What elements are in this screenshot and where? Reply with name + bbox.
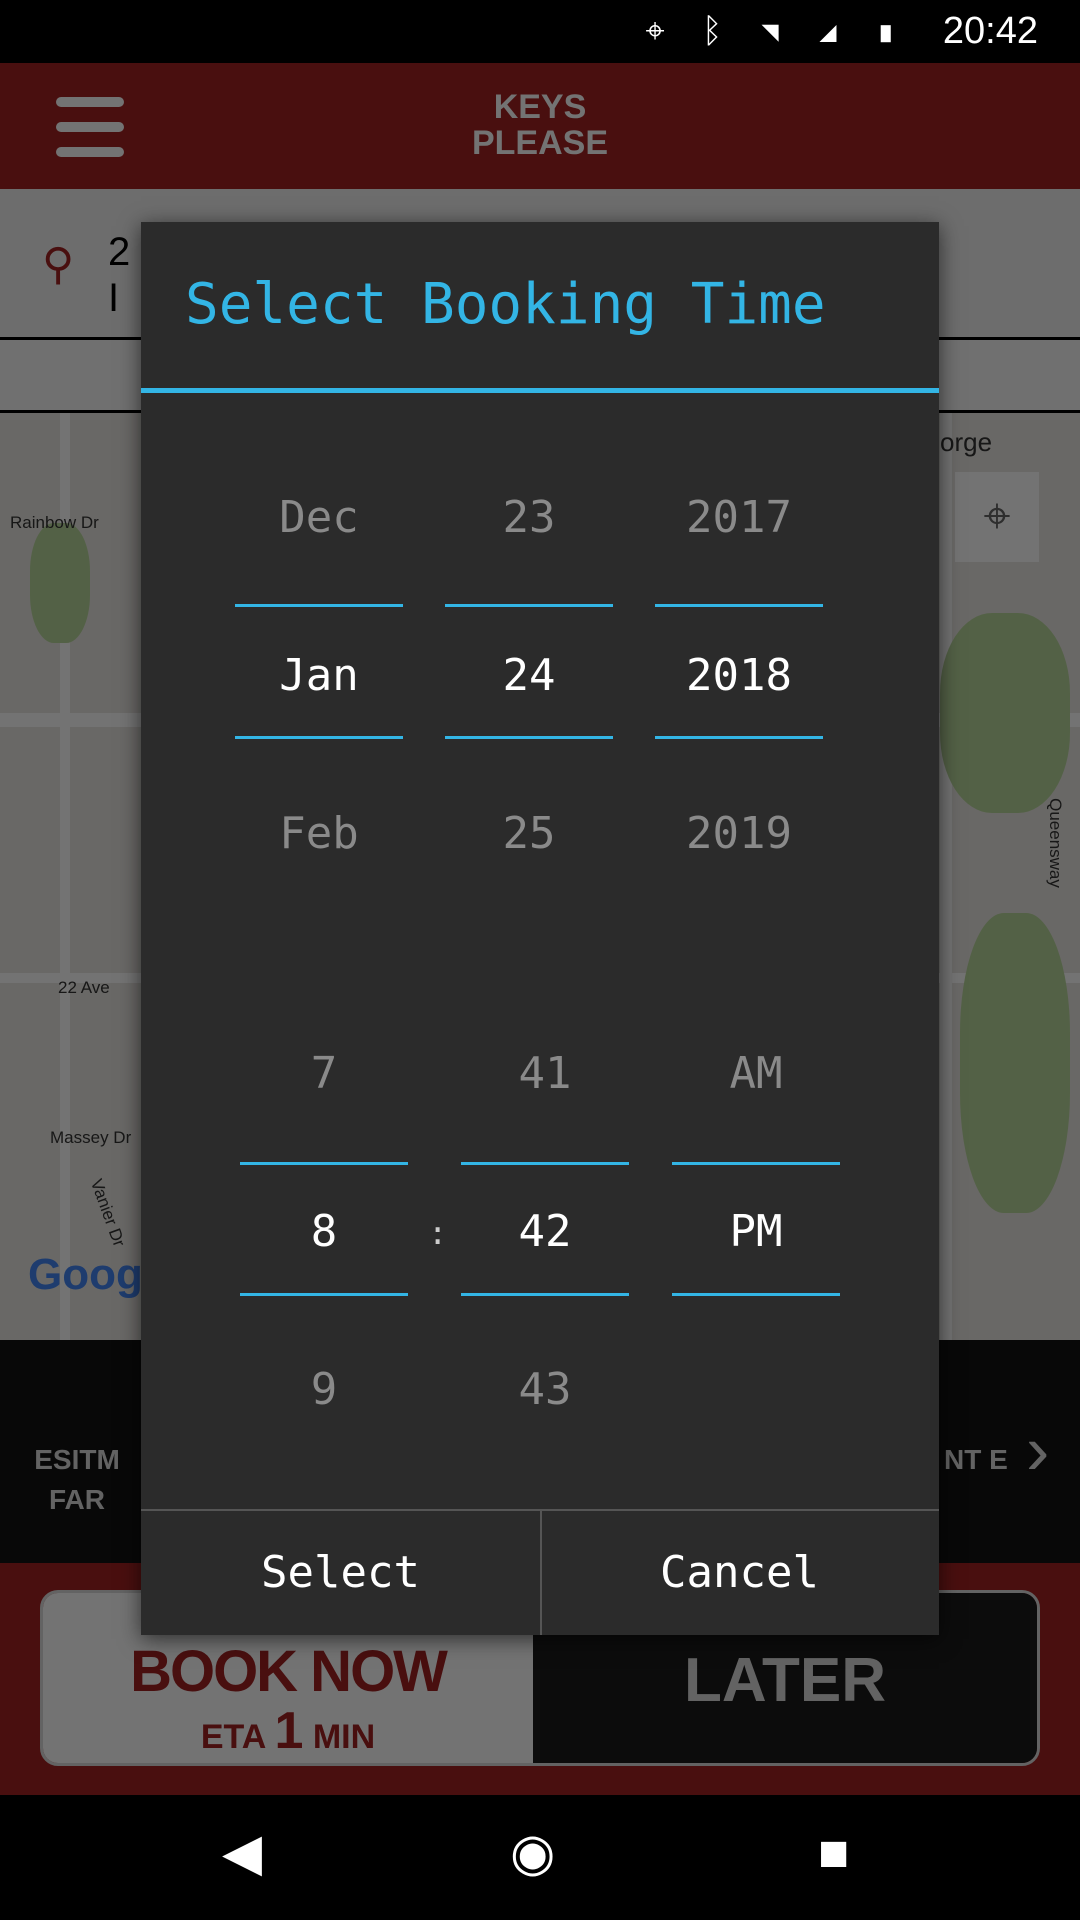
picker-selected[interactable]: PM bbox=[672, 1206, 840, 1257]
picker-value[interactable]: 43 bbox=[461, 1364, 629, 1415]
picker-line bbox=[235, 736, 403, 739]
picker-value[interactable]: 2019 bbox=[655, 808, 823, 859]
select-button[interactable]: Select bbox=[141, 1511, 540, 1635]
back-icon[interactable]: ◀ bbox=[222, 1823, 262, 1883]
map-label: Rainbow Dr bbox=[10, 513, 99, 532]
map-label: orge bbox=[940, 427, 993, 457]
picker-line bbox=[240, 1293, 408, 1296]
picker-value[interactable]: 2017 bbox=[655, 492, 823, 543]
my-location-button[interactable]: ⌖ bbox=[955, 472, 1039, 562]
cancel-button[interactable]: Cancel bbox=[540, 1511, 939, 1635]
picker-value[interactable]: Feb bbox=[235, 808, 403, 859]
picker-value[interactable]: 9 bbox=[240, 1364, 408, 1415]
picker-line bbox=[461, 1162, 629, 1165]
picker-selected[interactable]: 2018 bbox=[655, 650, 823, 701]
home-icon[interactable]: ◉ bbox=[510, 1823, 555, 1883]
chevron-right-icon[interactable]: › bbox=[1026, 1410, 1049, 1490]
recents-icon[interactable]: ■ bbox=[818, 1823, 849, 1883]
navigation-bar: ◀ ◉ ■ bbox=[0, 1795, 1080, 1920]
time-separator: : bbox=[428, 1214, 448, 1252]
map-label: Massey Dr bbox=[50, 1128, 132, 1147]
picker-line bbox=[672, 1293, 840, 1296]
picker-line bbox=[672, 1162, 840, 1165]
picker-value[interactable]: AM bbox=[672, 1048, 840, 1099]
picker-selected[interactable]: 8 bbox=[240, 1206, 408, 1257]
picker-line bbox=[655, 736, 823, 739]
menu-icon[interactable] bbox=[56, 97, 124, 157]
search-text: 2I bbox=[108, 230, 131, 320]
option-button[interactable]: NT E bbox=[944, 1440, 1014, 1480]
map-label: 22 Ave bbox=[58, 978, 110, 997]
picker-value[interactable]: 7 bbox=[240, 1048, 408, 1099]
picker-value[interactable]: 25 bbox=[445, 808, 613, 859]
picker-selected[interactable]: Jan bbox=[235, 650, 403, 701]
picker-line bbox=[235, 604, 403, 607]
title-divider bbox=[141, 388, 939, 393]
dialog-title: Select Booking Time bbox=[185, 272, 826, 337]
map-label: Vanier Dr bbox=[86, 1176, 129, 1250]
picker-value[interactable]: 41 bbox=[461, 1048, 629, 1099]
picker-line bbox=[445, 736, 613, 739]
google-logo: Goog bbox=[28, 1250, 143, 1299]
picker-value[interactable]: Dec bbox=[235, 492, 403, 543]
map-label: Queensway bbox=[1045, 798, 1065, 888]
app-bar: KEYS PLEASE bbox=[0, 63, 1080, 189]
picker-value[interactable]: 23 bbox=[445, 492, 613, 543]
search-icon: ⚲ bbox=[42, 240, 75, 289]
estimate-fare-button[interactable]: ESITM FAR bbox=[18, 1440, 136, 1520]
picker-line bbox=[445, 604, 613, 607]
picker-selected[interactable]: 42 bbox=[461, 1206, 629, 1257]
app-logo: KEYS PLEASE bbox=[471, 88, 609, 162]
booking-time-dialog: Select Booking Time Dec Jan Feb 23 24 25… bbox=[141, 222, 939, 1635]
picker-line bbox=[655, 604, 823, 607]
picker-line bbox=[461, 1293, 629, 1296]
picker-line bbox=[240, 1162, 408, 1165]
picker-selected[interactable]: 24 bbox=[445, 650, 613, 701]
